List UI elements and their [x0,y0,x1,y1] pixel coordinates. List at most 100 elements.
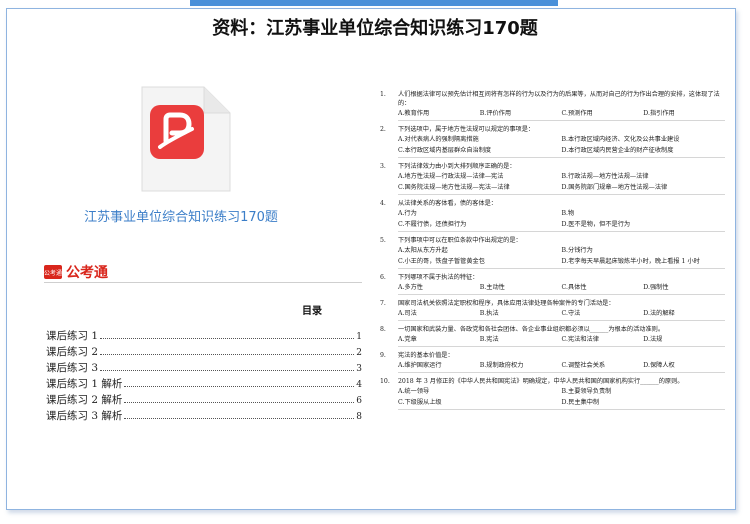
question-number: 1. [380,91,386,98]
question-item: 3. 下列法律效力由小到大排列顺序正确的是： A.地方性法规—行政法规—法律—宪法 B… [380,162,725,195]
question-options: A.太阳从东方升起 B.分钱行为 C.小王的哥，铁盘子暂管黄金包 D.老李每天早晨起床… [380,245,725,267]
question-stem: 7. 国家司法机关依照法定职权和程序，具体应用法律处理各种案件的专门活动是： [380,299,725,308]
option: B.规制政府权力 [479,362,524,369]
option: D.指引作用 [643,110,675,117]
option: D.保障人权 [643,362,675,369]
question-stem: 3. 下列法律效力由小到大排列顺序正确的是： [380,162,725,171]
option: C.小王的哥，铁盘子暂管黄金包 [398,258,485,265]
question-options: A.司法 B.执法 C.守法 D.法的解释 [380,308,725,319]
option: D.民主集中制 [561,399,600,406]
option: C.守法 [561,310,581,317]
toc-item-page: 4 [356,380,362,390]
toc-item[interactable]: 课后练习 1 1 [46,328,362,344]
divider [398,372,725,373]
option: C.调整社会关系 [561,362,606,369]
toc-item-page: 2 [356,348,362,358]
toc-item-page: 3 [356,364,362,374]
question-number: 7. [380,300,386,307]
toc-item[interactable]: 课后练习 2 解析 6 [46,392,362,408]
option: A.党章 [398,336,417,343]
question-stem: 1. 人们根据法律可以预先估计相互间将有怎样的行为以及行为的后果等，从而对自己的行… [380,90,725,108]
file-name[interactable]: 江苏事业单位综合知识练习170题 [28,206,334,225]
divider [398,194,725,195]
question-options: A.地方性法规—行政法规—法律—宪法 B.行政法规—地方性法规—法律 C.国务院法规… [380,171,725,193]
option: A.对代表病人的强制隔离措施 [398,136,479,143]
question-item: 7. 国家司法机关依照法定职权和程序，具体应用法律处理各种案件的专门活动是： A.司… [380,299,725,321]
divider [398,157,725,158]
option: B.主要领导负责制 [561,388,612,395]
question-options: A.多方性 B.主动性 C.具体性 D.强制性 [380,282,725,293]
question-stem: 6. 下列哪项不属于执法的特征： [380,273,725,282]
divider [398,409,725,410]
question-number: 10. [380,378,390,385]
question-stem: 4. 从法律关系的客体看，债的客体是： [380,199,725,208]
option: D.法规 [643,336,663,343]
question-stem: 2. 下列选项中，属于地方性法规可以规定的事项是： [380,125,725,134]
divider [398,120,725,121]
page-title: 资料：江苏事业单位综合知识练习170题 [212,18,538,39]
option: B.主动性 [479,284,505,291]
wps-pdf-file-icon[interactable] [136,85,234,195]
toc-item-label: 课后练习 1 解析 [46,378,123,390]
toc-item-page: 8 [356,412,362,422]
toc-item-label: 课后练习 1 [46,330,99,342]
question-text: 下列法律效力由小到大排列顺序正确的是： [398,163,516,170]
option: D.法的解释 [643,310,675,317]
question-options: A.教育作用 B.评价作用 C.预测作用 D.指引作用 [380,108,725,119]
question-options: A.统一领导 B.主要领导负责制 C.下级服从上级 D.民主集中制 [380,386,725,408]
toc-item[interactable]: 课后练习 3 3 [46,360,362,376]
option: D.本行政区域内民营企业的财产征收制度 [561,147,674,154]
toc-item-page: 6 [356,396,362,406]
toc-item[interactable]: 课后练习 3 解析 8 [46,408,362,424]
option: B.执法 [479,310,499,317]
toc-leader [124,417,355,419]
question-stem: 5. 下列事项中可以在职位条款中作出规定的是： [380,236,725,245]
question-page-preview: 1. 人们根据法律可以预先估计相互间将有怎样的行为以及行为的后果等，从而对自己的行… [380,90,725,460]
option: D.医不是物，但不是行为 [561,221,631,228]
option: A.教育作用 [398,110,430,117]
brand: 公考通 公考通 [44,262,108,282]
option: C.预测作用 [561,110,593,117]
question-text: 2018 年 3 月修正的《中华人民共和国宪法》明确规定，中华人民共和国的国家机… [398,378,684,385]
toc-leader [100,337,355,339]
question-item: 8. 一切国家和武装力量、各政党和各社会团体、各企业事业组织都必须以______为… [380,325,725,347]
option: B.行政法规—地方性法规—法律 [561,173,649,180]
option: C.不履行债，还债担行为 [398,221,467,228]
option: D.国务院部门规章—地方性法规—法律 [561,184,668,191]
question-text: 宪法的基本价值是： [398,352,454,359]
toc-item-label: 课后练习 3 解析 [46,410,123,422]
question-options: A.行为 B.物 C.不履行债，还债担行为 D.医不是物，但不是行为 [380,208,725,230]
toc-leader [124,401,355,403]
option: C.具体性 [561,284,587,291]
option: A.司法 [398,310,417,317]
option: B.本行政区域内经济、文化及公共事业建设 [561,136,680,143]
toc-item[interactable]: 课后练习 1 解析 4 [46,376,362,392]
question-item: 10. 2018 年 3 月修正的《中华人民共和国宪法》明确规定，中华人民共和国的… [380,377,725,410]
file-preview-pane[interactable]: 江苏事业单位综合知识练习170题 公考通 公考通 目录 课后练习 1 1 课后练习… [28,70,368,510]
table-of-contents: 课后练习 1 1 课后练习 2 2 课后练习 3 3 课后练习 1 解析 4 课后练习 … [46,328,362,424]
toc-item[interactable]: 课后练习 2 2 [46,344,362,360]
question-text: 一切国家和武装力量、各政党和各社会团体、各企业事业组织都必须以______为根本… [398,326,665,333]
question-text: 下列事项中可以在职位条款中作出规定的是： [398,237,522,244]
question-options: A.党章 B.宪法 C.宪法和法律 D.法规 [380,334,725,345]
option: C.国务院法规—地方性法规—宪法—法律 [398,184,510,191]
question-options: A.维护国家运行 B.规制政府权力 C.调整社会关系 D.保障人权 [380,360,725,371]
question-number: 8. [380,326,386,333]
question-item: 5. 下列事项中可以在职位条款中作出规定的是： A.太阳从东方升起 B.分钱行为 C.小… [380,236,725,269]
question-item: 1. 人们根据法律可以预先估计相互间将有怎样的行为以及行为的后果等，从而对自己的行… [380,90,725,121]
brand-name: 公考通 [66,265,108,281]
question-text: 从法律关系的客体看，债的客体是： [398,200,497,207]
brand-logo: 公考通 [44,265,62,279]
divider [398,320,725,321]
option: B.评价作用 [479,110,512,117]
question-stem: 8. 一切国家和武装力量、各政党和各社会团体、各企业事业组织都必须以______为… [380,325,725,334]
question-number: 6. [380,274,386,281]
toc-item-label: 课后练习 3 [46,362,99,374]
divider [44,282,362,283]
question-options: A.对代表病人的强制隔离措施 B.本行政区域内经济、文化及公共事业建设 C.本行政区… [380,134,725,156]
question-text: 下列哪项不属于执法的特征： [398,274,479,281]
option: C.下级服从上级 [398,399,442,406]
option: A.地方性法规—行政法规—法律—宪法 [398,173,504,180]
option: C.宪法和法律 [561,336,599,343]
question-stem: 9. 宪法的基本价值是： [380,351,725,360]
